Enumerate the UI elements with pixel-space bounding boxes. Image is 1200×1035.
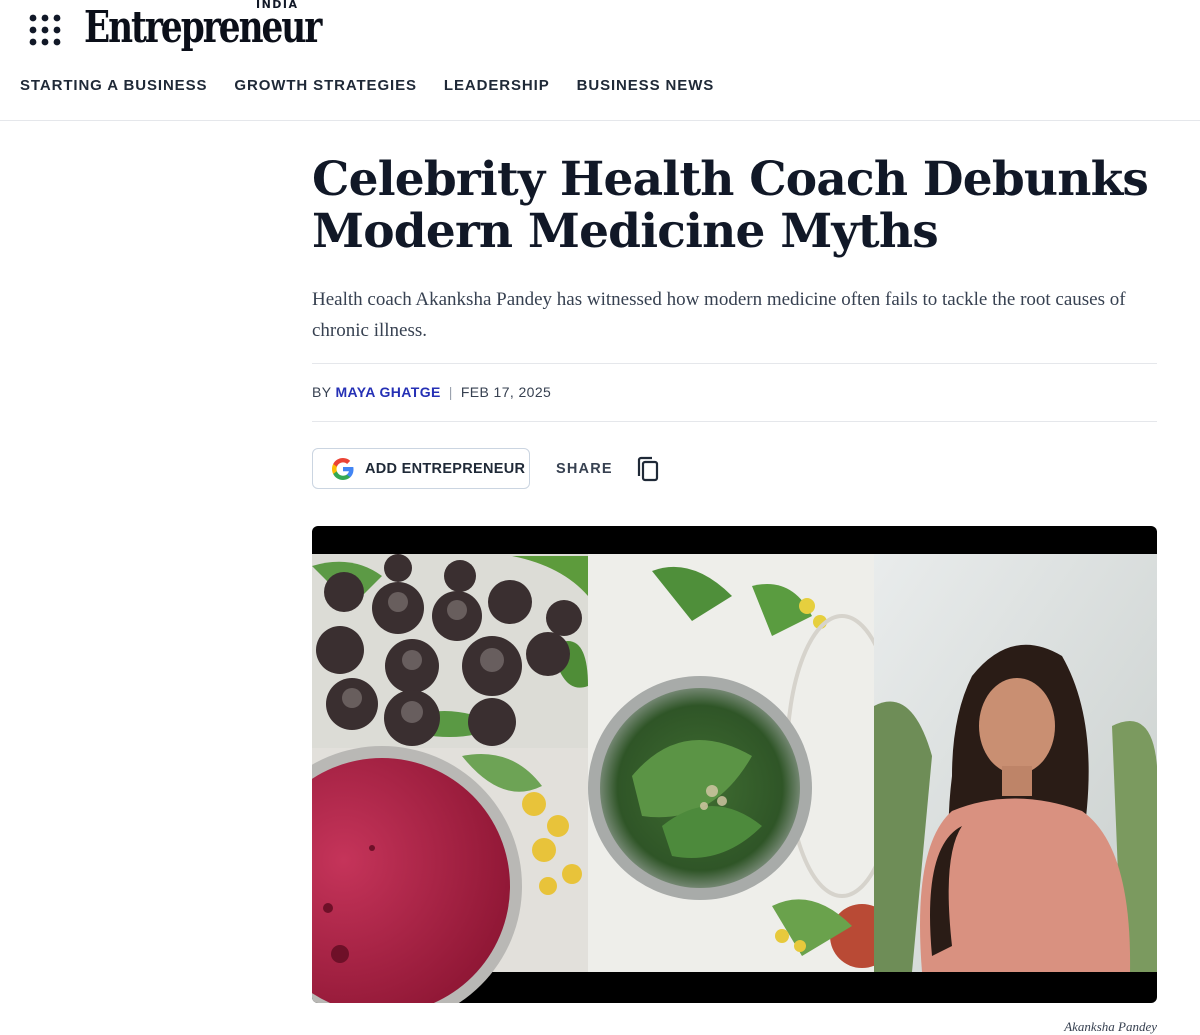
grid-menu-icon[interactable] [28,12,64,48]
nav-business-news[interactable]: BUSINESS NEWS [577,77,715,94]
byline: BY MAYA GHATGE | FEB 17, 2025 [312,384,551,400]
site-logo[interactable]: INDIA Entrepreneur [84,0,324,60]
byline-separator: | [448,384,453,400]
article-headline: Celebrity Health Coach Debunks Modern Me… [312,152,1149,259]
main-nav: STARTING A BUSINESS GROWTH STRATEGIES LE… [20,77,714,94]
portrait-photo [874,554,1157,972]
add-entrepreneur-label: ADD ENTREPRENEUR [365,460,526,477]
greens-bowl-photo [588,554,899,972]
nav-starting-a-business[interactable]: STARTING A BUSINESS [20,77,207,94]
byline-prefix: BY [312,384,332,400]
nav-growth-strategies[interactable]: GROWTH STRATEGIES [234,77,417,94]
article-actions: ADD ENTREPRENEUR SHARE [312,448,661,489]
image-caption: Akanksha Pandey [1064,1019,1157,1034]
divider [312,421,1157,422]
divider [312,363,1157,364]
site-header: INDIA Entrepreneur STARTING A BUSINESS G… [0,0,1200,121]
google-g-icon [331,457,355,481]
logo-wordmark: Entrepreneur [84,2,322,53]
share-label[interactable]: SHARE [556,461,613,477]
add-entrepreneur-button[interactable]: ADD ENTREPRENEUR [312,448,530,489]
nav-leadership[interactable]: LEADERSHIP [444,77,550,94]
copy-link-icon[interactable] [635,455,661,483]
energy-balls-photo [312,554,588,748]
smoothie-photo [312,746,588,1003]
publish-date: FEB 17, 2025 [460,384,552,400]
author-link[interactable]: MAYA GHATGE [335,384,440,400]
article-hero-image [312,526,1157,1003]
article-dek: Health coach Akanksha Pandey has witness… [312,289,1126,341]
